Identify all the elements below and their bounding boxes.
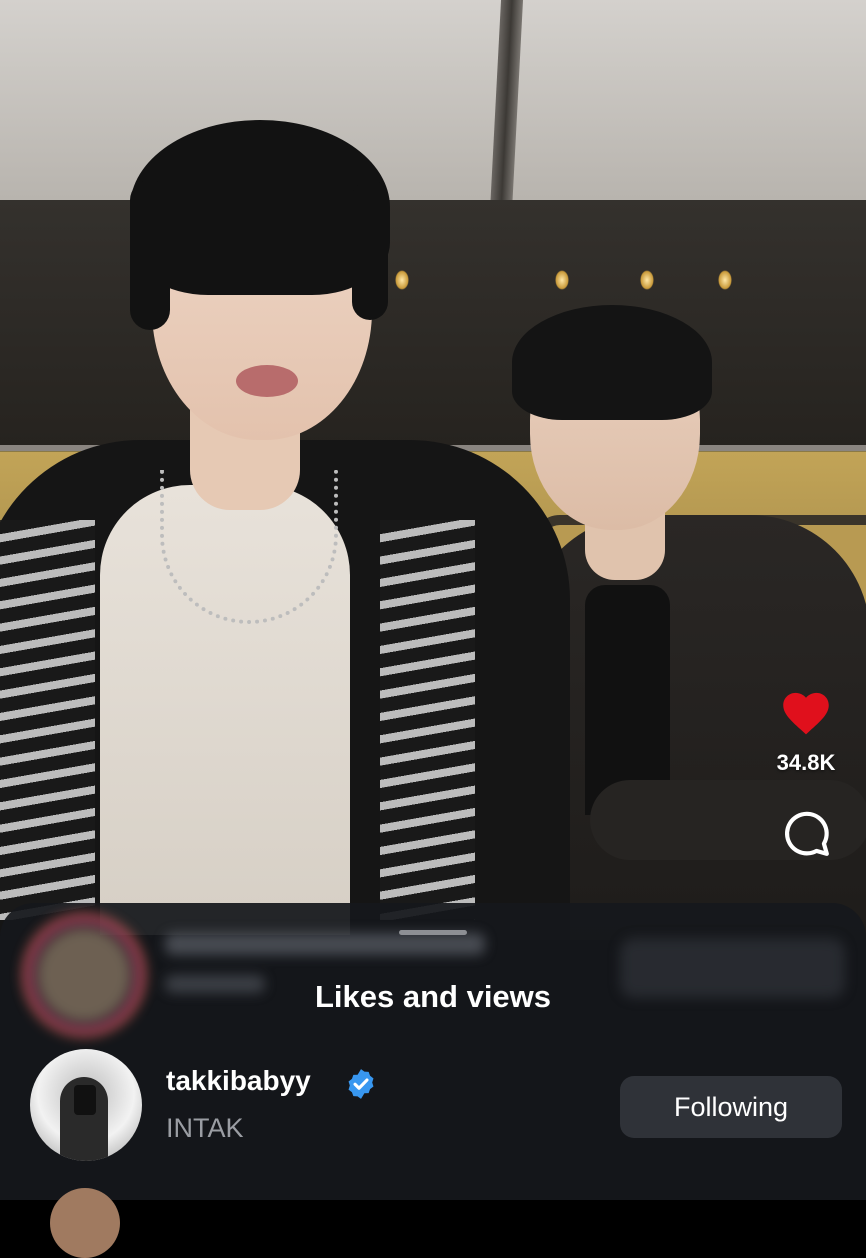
following-button[interactable]: Following	[620, 1076, 842, 1138]
avatar[interactable]	[50, 1188, 120, 1258]
like-count[interactable]: 34.8K	[760, 750, 852, 776]
likes-sheet: Likes and views takkibabyy INTAK Followi…	[0, 903, 866, 1200]
sheet-title: Likes and views	[314, 979, 552, 1014]
jacket-pattern	[0, 520, 95, 920]
reel-video[interactable]	[0, 0, 866, 940]
heart-icon[interactable]	[780, 688, 832, 736]
person-left-hair	[352, 180, 388, 320]
blurred-username	[165, 933, 485, 955]
reel-actions: 34.8K	[760, 688, 852, 858]
avatar[interactable]	[30, 1049, 142, 1161]
username[interactable]: takkibabyy	[166, 1065, 311, 1097]
sheet-grabber[interactable]	[399, 930, 467, 935]
light-reflection	[640, 270, 654, 290]
person-left-hair	[130, 180, 170, 330]
jacket-pattern	[380, 520, 475, 920]
verified-badge-icon	[348, 1069, 374, 1099]
list-item[interactable]: takkibabyy INTAK Following	[0, 1045, 866, 1165]
ceiling-background	[0, 0, 866, 200]
person-right-hair	[512, 305, 712, 420]
comment-bubble-icon[interactable]	[781, 808, 831, 858]
phone-icon	[74, 1085, 96, 1115]
full-name: INTAK	[166, 1113, 244, 1143]
light-reflection	[395, 270, 409, 290]
mouth	[236, 365, 298, 397]
light-reflection	[718, 270, 732, 290]
light-reflection	[555, 270, 569, 290]
avatar	[22, 913, 146, 1037]
